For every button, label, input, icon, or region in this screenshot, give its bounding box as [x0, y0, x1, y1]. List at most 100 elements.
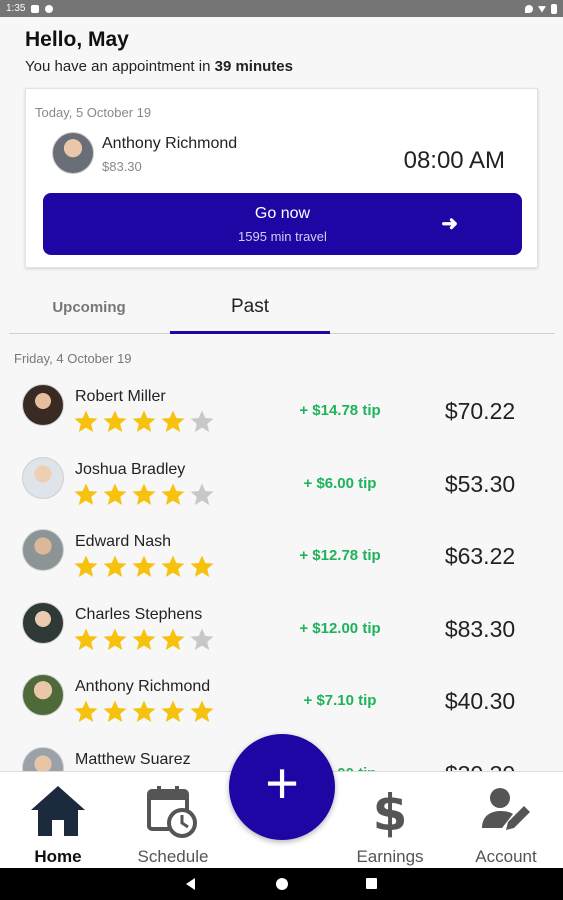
back-icon[interactable]	[186, 878, 195, 890]
calendar-clock-icon	[118, 784, 228, 840]
svg-text:$: $	[373, 784, 408, 840]
sync-icon	[45, 4, 54, 13]
list-item[interactable]: Joshua Bradley + $6.00 tip $53.30	[0, 448, 563, 521]
tip-amount: + $6.00 tip	[303, 474, 377, 492]
nav-schedule-label: Schedule	[137, 847, 209, 866]
arrow-right-icon: ➜	[441, 213, 458, 235]
tip-amount: + $12.00 tip	[299, 619, 381, 637]
star-rating	[73, 409, 215, 434]
star-rating	[73, 627, 215, 652]
star-icon	[103, 410, 127, 432]
star-rating	[73, 699, 215, 724]
appointment-amount: $63.22	[444, 543, 516, 569]
account-edit-icon	[451, 784, 561, 840]
dollar-icon: $	[335, 784, 445, 840]
star-icon	[74, 700, 98, 722]
star-icon	[103, 555, 127, 577]
star-rating	[73, 554, 215, 579]
battery-icon	[551, 3, 557, 14]
greeting-subtitle: You have an appointment in 39 minutes	[25, 58, 293, 75]
star-icon	[132, 483, 156, 505]
tip-amount: + $12.78 tip	[299, 547, 381, 564]
tab-past[interactable]: Past	[170, 280, 330, 334]
section-date: Friday, 4 October 19	[14, 351, 132, 366]
nav-earnings-label: Earnings	[356, 847, 424, 866]
appointment-tabs: Upcoming Past	[9, 280, 555, 334]
status-bar: 1:35	[0, 0, 563, 17]
tip-amount: + $7.10 tip	[303, 692, 377, 709]
client-name: Robert Miller	[75, 388, 166, 405]
avatar	[22, 456, 64, 499]
star-icon	[190, 483, 214, 505]
status-time: 1:35	[6, 3, 26, 14]
nav-home[interactable]: Home	[3, 772, 113, 869]
greeting-title: Hello, May	[25, 28, 129, 51]
nav-earnings[interactable]: $ Earnings	[335, 772, 445, 869]
appointment-date: Today, 5 October 19	[35, 105, 152, 120]
go-now-button[interactable]: Go now 1595 min travel ➜	[43, 193, 522, 255]
client-name: Anthony Richmond	[75, 678, 211, 695]
client-avatar	[52, 132, 94, 174]
client-name: Joshua Bradley	[75, 460, 186, 478]
add-appointment-button[interactable]: +	[229, 734, 335, 840]
avatar	[22, 601, 64, 644]
star-icon	[103, 628, 127, 650]
tab-upcoming[interactable]: Upcoming	[9, 280, 169, 334]
star-icon	[132, 410, 156, 432]
appointment-amount: $70.22	[444, 398, 516, 424]
nav-account[interactable]: Account	[451, 772, 561, 869]
subtitle-time: 39 minutes	[214, 58, 293, 75]
star-icon	[161, 700, 185, 722]
star-icon	[190, 628, 214, 650]
star-icon	[190, 700, 214, 722]
greeting: Hello, May You have an appointment in 39…	[25, 28, 293, 75]
star-icon	[103, 700, 127, 722]
client-name: Charles Stephens	[75, 605, 203, 623]
nav-home-label: Home	[34, 847, 82, 866]
avatar	[22, 384, 64, 426]
tab-indicator	[170, 331, 330, 334]
list-item[interactable]: Robert Miller + $14.78 tip $70.22	[0, 375, 563, 448]
system-home-icon[interactable]	[276, 878, 288, 890]
home-icon	[3, 784, 113, 840]
star-icon	[74, 628, 98, 650]
list-item[interactable]: Charles Stephens + $12.00 tip $83.30	[0, 593, 563, 666]
plus-icon: +	[265, 751, 299, 816]
star-icon	[74, 555, 98, 577]
client-name: Matthew Suarez	[75, 750, 191, 768]
appointment-time: 08:00 AM	[403, 147, 505, 174]
next-appointment-card: Today, 5 October 19 Anthony Richmond $83…	[25, 88, 538, 268]
sim-card-icon	[31, 4, 40, 13]
nav-account-label: Account	[475, 847, 537, 866]
star-icon	[132, 628, 156, 650]
star-icon	[161, 555, 185, 577]
star-icon	[74, 483, 98, 505]
star-icon	[190, 555, 214, 577]
nav-schedule[interactable]: Schedule	[118, 772, 228, 869]
client-name: Anthony Richmond	[102, 135, 238, 152]
system-nav-bar	[0, 868, 563, 900]
appointment-price: $83.30	[102, 159, 142, 174]
tip-amount: + $14.78 tip	[299, 402, 381, 419]
list-item[interactable]: Anthony Richmond + $7.10 tip $40.30	[0, 665, 563, 738]
star-icon	[161, 483, 185, 505]
star-icon	[161, 410, 185, 432]
subtitle-prefix: You have an appointment in	[25, 58, 215, 75]
star-icon	[132, 700, 156, 722]
avatar	[22, 529, 64, 571]
appointment-amount: $40.30	[444, 688, 516, 714]
star-icon	[103, 483, 127, 505]
recents-icon[interactable]	[366, 878, 377, 889]
list-item[interactable]: Edward Nash + $12.78 tip $63.22	[0, 520, 563, 593]
star-icon	[161, 628, 185, 650]
star-icon	[190, 410, 214, 432]
client-name: Edward Nash	[75, 533, 172, 550]
star-icon	[132, 555, 156, 577]
appointment-amount: $53.30	[444, 470, 516, 497]
location-icon	[525, 4, 533, 13]
star-rating	[73, 482, 215, 507]
star-icon	[74, 410, 98, 432]
avatar	[22, 674, 64, 716]
wifi-icon	[538, 6, 546, 13]
appointment-amount: $83.30	[444, 615, 516, 642]
